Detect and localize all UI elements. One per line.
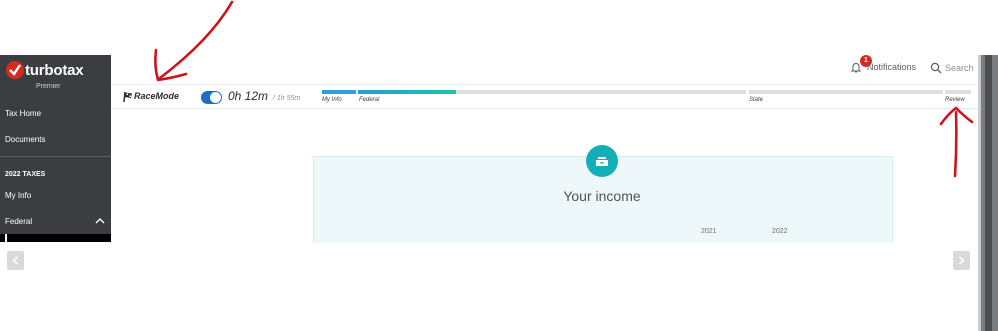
notifications-label: Notifications — [867, 62, 917, 72]
logo-name: turbotax — [25, 62, 84, 79]
timer-elapsed: 0h 12m — [228, 89, 269, 103]
sidebar-section-title: 2022 TAXES — [5, 171, 46, 178]
cash-drawer-icon — [586, 145, 618, 177]
sidebar-item-federal[interactable]: Federal — [5, 217, 32, 226]
year-column-2021: 2021 — [701, 228, 717, 235]
sidebar-divider — [0, 156, 111, 157]
turbotax-logo[interactable]: turbotax Premier — [4, 61, 109, 91]
racemode-title: RaceMode — [134, 91, 180, 101]
next-button[interactable] — [953, 251, 970, 270]
progress-fill-my-info — [322, 90, 356, 94]
racebar-bottom-border — [111, 108, 981, 109]
progress-track-state — [749, 90, 943, 94]
sidebar-footer — [0, 234, 111, 242]
step-label-state[interactable]: State — [749, 97, 763, 103]
sidebar-item-tax-home[interactable]: Tax Home — [5, 109, 41, 118]
search-label: Search — [945, 63, 974, 73]
annotation-arrow-review — [939, 106, 974, 178]
scrollbar-thumb[interactable] — [985, 55, 992, 331]
sidebar-footer-marker — [5, 234, 7, 242]
step-label-my-info[interactable]: My Info — [322, 97, 342, 103]
previous-button[interactable] — [7, 251, 24, 270]
chevron-left-icon — [12, 256, 19, 265]
chevron-right-icon — [958, 256, 965, 265]
notifications-button[interactable]: 1 Notifications — [851, 55, 921, 75]
timer-estimate: / 1h 55m — [273, 95, 301, 102]
sidebar-item-documents[interactable]: Documents — [5, 135, 45, 144]
checkmark-logo-icon — [6, 61, 24, 79]
racemode-label: RaceMode — [122, 90, 192, 106]
chevron-up-icon[interactable] — [95, 217, 105, 225]
step-label-review[interactable]: Review — [945, 97, 965, 103]
sidebar: turbotax Premier Tax Home Documents 2022… — [0, 55, 111, 242]
progress-fill-federal — [358, 90, 456, 94]
search-button[interactable]: Search — [930, 61, 975, 75]
logo-edition: Premier — [36, 83, 61, 90]
page-title: Your income — [563, 188, 641, 204]
racemode-toggle[interactable] — [201, 91, 222, 104]
step-label-federal[interactable]: Federal — [359, 97, 379, 103]
progress-track-review — [945, 90, 971, 94]
racebar-top-border — [111, 84, 981, 85]
bell-icon — [851, 62, 861, 73]
year-column-2022: 2022 — [772, 228, 788, 235]
toggle-knob — [210, 92, 221, 103]
search-icon — [930, 62, 942, 74]
sidebar-item-my-info[interactable]: My Info — [5, 191, 31, 200]
race-flag-icon — [123, 91, 132, 103]
annotation-arrow-racemode — [154, 0, 234, 82]
